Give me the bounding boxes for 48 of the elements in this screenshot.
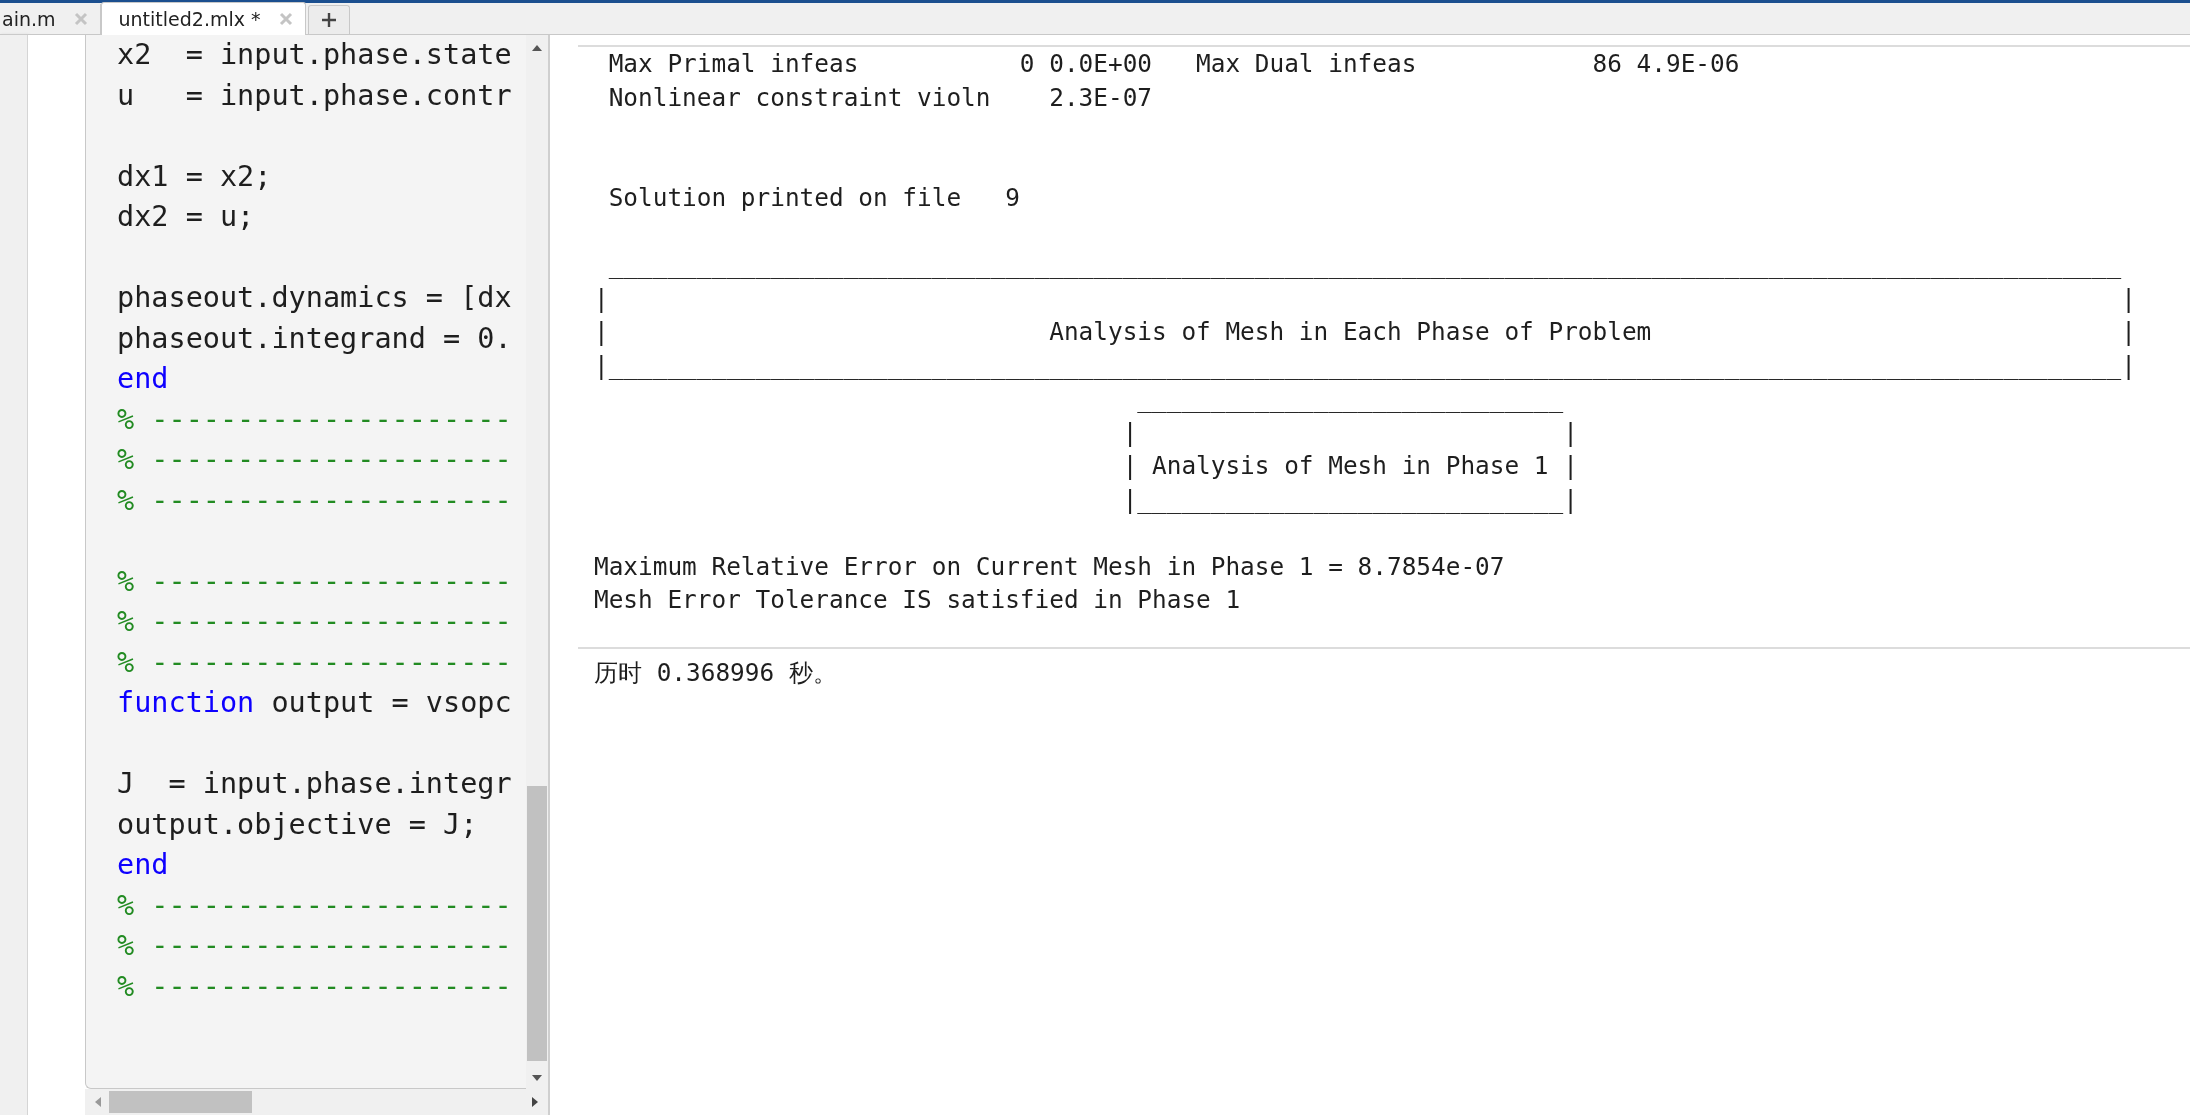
code-line: % --------------------- [117,604,512,640]
console-line: Maximum Relative Error on Current Mesh in Phase 1 = 8.7854e-07 [594,550,1505,583]
code-line: % --------------------- [117,482,512,519]
console-line: Nonlinear constraint violn 2.3E-07 [607,81,1152,114]
horizontal-scrollbar[interactable] [85,1089,548,1115]
close-icon[interactable] [73,12,88,26]
vertical-scrollbar[interactable] [526,35,548,1089]
console-line: Solution printed on file 9 [607,182,1020,214]
console-line: | | [594,282,2136,315]
console-line: | | [1121,416,1578,449]
code-line: phaseout.dynamics = [dx [117,280,512,316]
console-line: Mesh Error Tolerance IS satisfied in Phase 1 [594,584,1241,616]
code-line: output.objective = J; [117,806,478,843]
console-line: | Analysis of Mesh in Each Phase of Problem | [594,316,2136,348]
code-line: % --------------------- [117,563,512,600]
close-icon[interactable] [278,12,293,26]
code-line: u = input.phase.contr [117,77,512,114]
console-line: Max Primal infeas 0 0.0E+00 Max Dual infeas 86 4.9E-06 [607,48,1740,80]
console-line: |_______________________________________________________________________________________________________| [594,349,2136,382]
code-line: % --------------------- [117,887,512,924]
right-arrow-icon[interactable] [532,1097,538,1107]
down-arrow-icon[interactable] [532,1075,542,1081]
up-arrow-icon[interactable] [532,45,542,51]
code-line: x2 = input.phase.state [117,37,512,73]
plus-icon [320,12,337,28]
code-line: % --------------------- [117,968,512,1005]
code-line: % --------------------- [117,401,512,438]
file-tab[interactable]: ain.m [0,4,101,34]
code-line: % --------------------- [117,928,512,964]
code-line: % --------------------- [117,644,512,681]
scroll-thumb[interactable] [109,1091,252,1113]
code-line: % --------------------- [117,442,512,478]
code-line: J = input.phase.integr [117,766,512,802]
new-tab-button[interactable] [307,5,350,34]
code-line: dx1 = x2; [117,158,272,195]
console-line: _____________________________ [1136,383,1564,415]
file-tab[interactable]: untitled2.mlx * [100,2,306,35]
console-line: _______________________________________________________________________________________________________ [607,249,2122,281]
console-line: | Analysis of Mesh in Phase 1 | [1121,450,1578,482]
scroll-thumb[interactable] [527,786,547,1061]
code-line: end [117,361,169,397]
code-line: end [117,847,169,883]
code-line: function output = vsopc [117,685,512,721]
left-arrow-icon[interactable] [95,1097,101,1107]
console-line: |_____________________________| [1121,483,1578,516]
code-line: phaseout.integrand = 0. [117,320,512,357]
code-line: dx2 = u; [117,199,255,235]
elapsed-time-text: 历时 0.368996 秒。 [594,657,837,687]
